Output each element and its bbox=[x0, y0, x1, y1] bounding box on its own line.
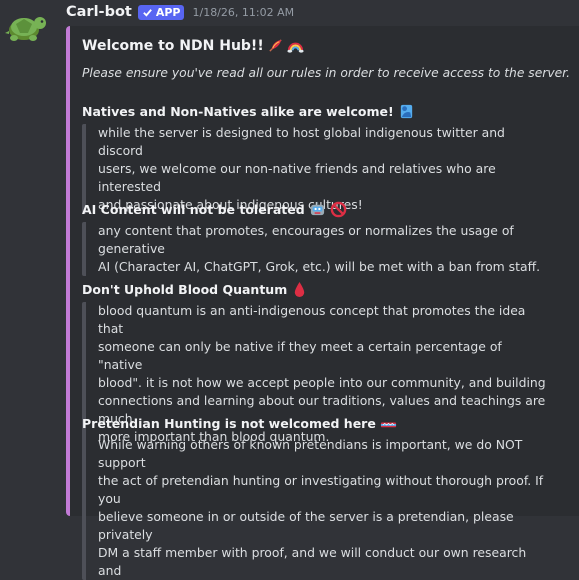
turtle-avatar[interactable] bbox=[4, 6, 48, 46]
field-body: any content that promotes, encourages or… bbox=[82, 222, 546, 276]
field-title-text: Pretendian Hunting is not welcomed here bbox=[82, 415, 376, 431]
app-badge-label: APP bbox=[155, 5, 181, 19]
field-title: Natives and Non-Natives alike are welcom… bbox=[82, 102, 562, 120]
timestamp[interactable]: 1/18/26, 11:02 AM bbox=[192, 6, 294, 19]
field-title-text: Don't Uphold Blood Quantum bbox=[82, 281, 288, 297]
rainbow-icon bbox=[287, 42, 304, 53]
feather-icon bbox=[269, 39, 282, 52]
field-title: Don't Uphold Blood Quantum bbox=[82, 280, 562, 298]
field-line: users, we welcome our non-native friends… bbox=[98, 161, 496, 194]
robot-icon bbox=[310, 201, 324, 215]
field-line: someone can only be native if they meet … bbox=[98, 339, 502, 372]
field-title: AI Content will not be tolerated bbox=[82, 200, 562, 218]
field-line: any content that promotes, encourages or… bbox=[98, 223, 514, 256]
app-badge: APP bbox=[137, 4, 185, 20]
field-line: while the server is designed to host glo… bbox=[98, 125, 505, 158]
embed-description: Please ensure you've read all our rules … bbox=[82, 66, 571, 80]
rule-field-pretendian: Pretendian Hunting is not welcomed here … bbox=[82, 414, 562, 580]
username[interactable]: Carl-bot bbox=[66, 4, 132, 20]
field-line: the act of pretendian hunting or investi… bbox=[98, 473, 544, 506]
field-line: AI (Character AI, ChatGPT, Grok, etc.) w… bbox=[98, 259, 541, 274]
prohibited-icon bbox=[330, 201, 346, 217]
field-body: While warning others of known pretendian… bbox=[82, 436, 546, 580]
headband-icon bbox=[380, 422, 396, 427]
field-line: While warning others of known pretendian… bbox=[98, 437, 523, 470]
field-title-text: AI Content will not be tolerated bbox=[82, 201, 305, 217]
field-line: believe someone in or outside of the ser… bbox=[98, 509, 514, 542]
drop-of-blood-icon bbox=[295, 281, 305, 297]
field-line: DM a staff member with proof, and we wil… bbox=[98, 545, 527, 578]
rule-field-ai-content: AI Content will not be tolerated any con… bbox=[82, 200, 562, 276]
message-header: Carl-bot APP 1/18/26, 11:02 AM bbox=[66, 2, 294, 22]
people-hugging-icon bbox=[400, 104, 412, 118]
verified-check-icon bbox=[143, 8, 152, 17]
field-title: Pretendian Hunting is not welcomed here bbox=[82, 414, 562, 432]
field-title-text: Natives and Non-Natives alike are welcom… bbox=[82, 103, 394, 119]
field-line: blood". it is not how we accept people i… bbox=[98, 375, 546, 390]
rule-field-natives: Natives and Non-Natives alike are welcom… bbox=[82, 102, 562, 214]
embed-title-text: Welcome to NDN Hub!! bbox=[82, 37, 264, 54]
field-line: blood quantum is an anti-indigenous conc… bbox=[98, 303, 526, 336]
embed-title: Welcome to NDN Hub!! bbox=[82, 37, 304, 54]
